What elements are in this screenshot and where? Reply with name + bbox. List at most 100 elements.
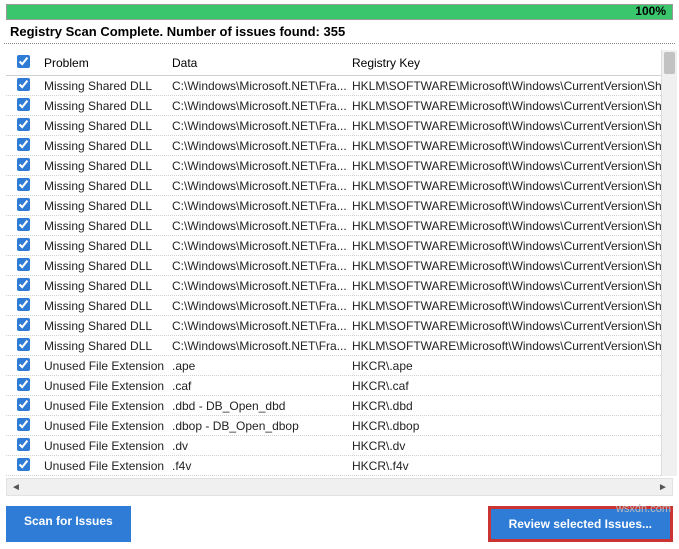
row-registry-key: HKLM\SOFTWARE\Microsoft\Windows\CurrentV…: [348, 139, 673, 153]
row-registry-key: HKLM\SOFTWARE\Microsoft\Windows\CurrentV…: [348, 299, 673, 313]
table-row[interactable]: Unused File Extension.dbop - DB_Open_dbo…: [6, 416, 673, 436]
scroll-right-button[interactable]: ►: [654, 482, 672, 493]
row-checkbox[interactable]: [17, 338, 30, 351]
table-headers: Problem Data Registry Key: [6, 50, 673, 76]
row-checkbox[interactable]: [17, 438, 30, 451]
row-registry-key: HKCR\.caf: [348, 379, 673, 393]
row-registry-key: HKCR\.f4v: [348, 459, 673, 473]
row-data: C:\Windows\Microsoft.NET\Fra...: [168, 119, 348, 133]
row-checkbox[interactable]: [17, 318, 30, 331]
row-checkbox[interactable]: [17, 218, 30, 231]
progress-bar: 100%: [6, 4, 673, 20]
table-row[interactable]: Missing Shared DLLC:\Windows\Microsoft.N…: [6, 116, 673, 136]
row-checkbox[interactable]: [17, 378, 30, 391]
row-registry-key: HKLM\SOFTWARE\Microsoft\Windows\CurrentV…: [348, 199, 673, 213]
row-problem: Missing Shared DLL: [40, 99, 168, 113]
row-registry-key: HKCR\.dv: [348, 439, 673, 453]
table-row[interactable]: Unused File Extension.f4vHKCR\.f4v: [6, 456, 673, 476]
row-registry-key: HKLM\SOFTWARE\Microsoft\Windows\CurrentV…: [348, 179, 673, 193]
row-checkbox[interactable]: [17, 418, 30, 431]
table-row[interactable]: Missing Shared DLLC:\Windows\Microsoft.N…: [6, 196, 673, 216]
row-problem: Unused File Extension: [40, 399, 168, 413]
table-row[interactable]: Missing Shared DLLC:\Windows\Microsoft.N…: [6, 276, 673, 296]
row-problem: Missing Shared DLL: [40, 119, 168, 133]
row-data: .dv: [168, 439, 348, 453]
row-checkbox[interactable]: [17, 118, 30, 131]
row-registry-key: HKLM\SOFTWARE\Microsoft\Windows\CurrentV…: [348, 99, 673, 113]
row-checkbox[interactable]: [17, 398, 30, 411]
scan-for-issues-button[interactable]: Scan for Issues: [6, 506, 131, 542]
header-registry-key[interactable]: Registry Key: [348, 56, 673, 70]
row-checkbox[interactable]: [17, 198, 30, 211]
row-data: C:\Windows\Microsoft.NET\Fra...: [168, 239, 348, 253]
progress-percent: 100%: [635, 4, 666, 18]
row-registry-key: HKCR\.ape: [348, 359, 673, 373]
table-row[interactable]: Missing Shared DLLC:\Windows\Microsoft.N…: [6, 236, 673, 256]
select-all-checkbox[interactable]: [17, 55, 30, 68]
row-data: C:\Windows\Microsoft.NET\Fra...: [168, 99, 348, 113]
table-row[interactable]: Missing Shared DLLC:\Windows\Microsoft.N…: [6, 156, 673, 176]
table-row[interactable]: Missing Shared DLLC:\Windows\Microsoft.N…: [6, 176, 673, 196]
row-problem: Unused File Extension: [40, 439, 168, 453]
row-problem: Missing Shared DLL: [40, 79, 168, 93]
row-checkbox[interactable]: [17, 258, 30, 271]
row-registry-key: HKLM\SOFTWARE\Microsoft\Windows\CurrentV…: [348, 119, 673, 133]
row-data: .ape: [168, 359, 348, 373]
row-problem: Missing Shared DLL: [40, 339, 168, 353]
row-data: C:\Windows\Microsoft.NET\Fra...: [168, 319, 348, 333]
row-registry-key: HKLM\SOFTWARE\Microsoft\Windows\CurrentV…: [348, 339, 673, 353]
row-checkbox[interactable]: [17, 158, 30, 171]
row-data: .f4v: [168, 459, 348, 473]
review-selected-issues-button[interactable]: Review selected Issues...: [488, 506, 673, 542]
row-problem: Missing Shared DLL: [40, 219, 168, 233]
row-registry-key: HKLM\SOFTWARE\Microsoft\Windows\CurrentV…: [348, 219, 673, 233]
row-data: C:\Windows\Microsoft.NET\Fra...: [168, 79, 348, 93]
table-row[interactable]: Missing Shared DLLC:\Windows\Microsoft.N…: [6, 336, 673, 356]
row-data: C:\Windows\Microsoft.NET\Fra...: [168, 199, 348, 213]
row-problem: Missing Shared DLL: [40, 179, 168, 193]
row-checkbox[interactable]: [17, 238, 30, 251]
row-checkbox[interactable]: [17, 358, 30, 371]
row-data: .dbop - DB_Open_dbop: [168, 419, 348, 433]
row-problem: Missing Shared DLL: [40, 279, 168, 293]
table-row[interactable]: Missing Shared DLLC:\Windows\Microsoft.N…: [6, 256, 673, 276]
row-checkbox[interactable]: [17, 178, 30, 191]
row-data: C:\Windows\Microsoft.NET\Fra...: [168, 259, 348, 273]
table-row[interactable]: Missing Shared DLLC:\Windows\Microsoft.N…: [6, 296, 673, 316]
button-bar: Scan for Issues Review selected Issues..…: [0, 496, 679, 548]
table-row[interactable]: Missing Shared DLLC:\Windows\Microsoft.N…: [6, 216, 673, 236]
row-registry-key: HKCR\.dbd: [348, 399, 673, 413]
table-row[interactable]: Missing Shared DLLC:\Windows\Microsoft.N…: [6, 76, 673, 96]
header-problem[interactable]: Problem: [40, 56, 168, 70]
row-data: .dbd - DB_Open_dbd: [168, 399, 348, 413]
row-checkbox[interactable]: [17, 138, 30, 151]
row-data: C:\Windows\Microsoft.NET\Fra...: [168, 139, 348, 153]
vertical-scroll-thumb[interactable]: [664, 52, 675, 74]
row-data: C:\Windows\Microsoft.NET\Fra...: [168, 339, 348, 353]
row-checkbox[interactable]: [17, 78, 30, 91]
row-checkbox[interactable]: [17, 298, 30, 311]
table-row[interactable]: Unused File Extension.dvHKCR\.dv: [6, 436, 673, 456]
row-data: C:\Windows\Microsoft.NET\Fra...: [168, 179, 348, 193]
row-registry-key: HKCR\.dbop: [348, 419, 673, 433]
header-data[interactable]: Data: [168, 56, 348, 70]
table-row[interactable]: Missing Shared DLLC:\Windows\Microsoft.N…: [6, 136, 673, 156]
scroll-left-button[interactable]: ◄: [7, 482, 25, 493]
table-row[interactable]: Unused File Extension.cafHKCR\.caf: [6, 376, 673, 396]
results-table: Problem Data Registry Key Missing Shared…: [6, 50, 673, 476]
horizontal-scrollbar[interactable]: ◄ ►: [6, 478, 673, 496]
row-data: C:\Windows\Microsoft.NET\Fra...: [168, 279, 348, 293]
table-row[interactable]: Unused File Extension.apeHKCR\.ape: [6, 356, 673, 376]
row-problem: Unused File Extension: [40, 359, 168, 373]
row-checkbox[interactable]: [17, 98, 30, 111]
row-data: C:\Windows\Microsoft.NET\Fra...: [168, 219, 348, 233]
table-row[interactable]: Missing Shared DLLC:\Windows\Microsoft.N…: [6, 96, 673, 116]
table-row[interactable]: Missing Shared DLLC:\Windows\Microsoft.N…: [6, 316, 673, 336]
row-registry-key: HKLM\SOFTWARE\Microsoft\Windows\CurrentV…: [348, 79, 673, 93]
row-problem: Missing Shared DLL: [40, 259, 168, 273]
table-row[interactable]: Unused File Extension.dbd - DB_Open_dbdH…: [6, 396, 673, 416]
status-text: Registry Scan Complete. Number of issues…: [4, 22, 675, 44]
vertical-scrollbar[interactable]: [661, 50, 677, 476]
row-checkbox[interactable]: [17, 458, 30, 471]
row-checkbox[interactable]: [17, 278, 30, 291]
